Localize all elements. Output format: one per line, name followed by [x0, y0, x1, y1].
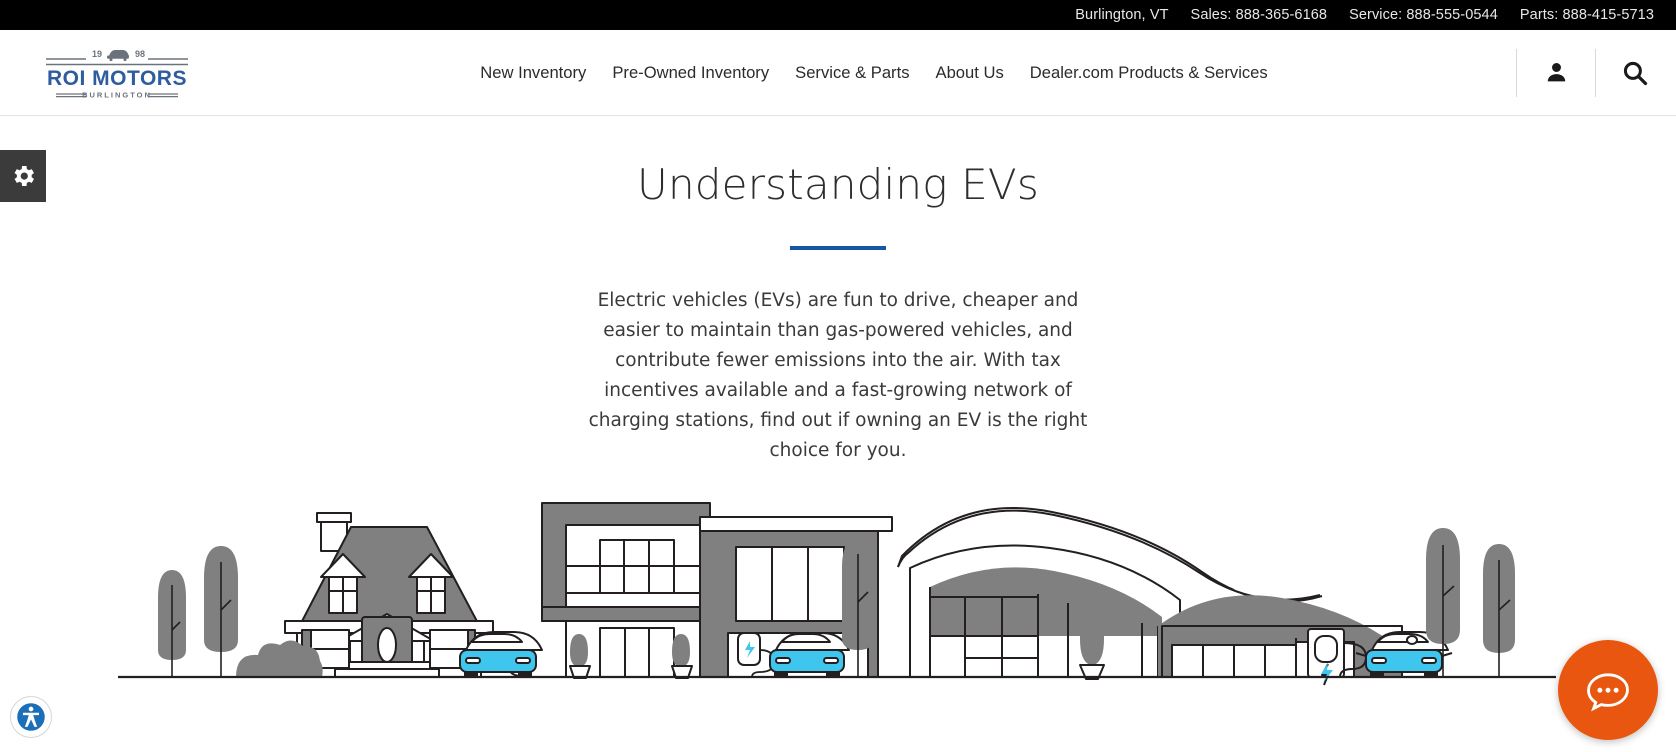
search-button[interactable]	[1618, 56, 1652, 90]
header-divider-2	[1595, 48, 1596, 97]
header-divider-1	[1516, 48, 1517, 97]
accessibility-icon	[17, 703, 45, 731]
dealer-location: Burlington, VT	[1075, 7, 1169, 23]
page-root: Burlington, VT Sales: 888-365-6168 Servi…	[0, 0, 1676, 752]
person-icon	[1547, 63, 1565, 82]
tree-left-2	[204, 546, 238, 677]
ev-neighborhood-illustration	[0, 490, 1676, 700]
svg-text:19: 19	[92, 49, 102, 59]
main-content: Understanding EVs Electric vehicles (EVs…	[0, 116, 1676, 466]
chat-widget-button[interactable]	[1558, 640, 1658, 740]
svg-text:ROI MOTORS: ROI MOTORS	[47, 67, 187, 90]
nav-new-inventory[interactable]: New Inventory	[480, 63, 586, 83]
primary-navigation: New Inventory Pre-Owned Inventory Servic…	[0, 30, 1676, 115]
parts-phone-link[interactable]: Parts: 888-415-5713	[1520, 7, 1654, 23]
page-title: Understanding EVs	[637, 160, 1039, 209]
roi-motors-logo: 19 98 ROI MOTORS BURLINGTON	[46, 49, 188, 99]
svg-text:98: 98	[135, 49, 145, 59]
service-phone-link[interactable]: Service: 888-555-0544	[1349, 7, 1498, 23]
utility-topbar: Burlington, VT Sales: 888-365-6168 Servi…	[0, 0, 1676, 30]
house-building	[236, 512, 494, 678]
nav-about-us[interactable]: About Us	[936, 63, 1004, 83]
nav-service-parts[interactable]: Service & Parts	[795, 63, 909, 83]
accessibility-widget-button[interactable]	[10, 696, 52, 738]
chat-bubble-icon	[1587, 673, 1629, 712]
svg-text:BURLINGTON: BURLINGTON	[82, 90, 152, 99]
tree-left-1	[158, 570, 186, 677]
nav-dealercom-products-services[interactable]: Dealer.com Products & Services	[1030, 63, 1268, 83]
intro-paragraph: Electric vehicles (EVs) are fun to drive…	[588, 290, 1088, 462]
tree-right-2	[1483, 544, 1515, 677]
nav-pre-owned-inventory[interactable]: Pre-Owned Inventory	[612, 63, 769, 83]
site-logo[interactable]: 19 98 ROI MOTORS BURLINGTON	[0, 44, 192, 102]
title-underline-rule	[790, 246, 886, 251]
search-icon	[1623, 61, 1648, 85]
account-button[interactable]	[1539, 56, 1573, 90]
gear-icon	[14, 165, 34, 187]
header-icon-group	[1494, 30, 1652, 115]
settings-tab-button[interactable]	[0, 150, 46, 202]
modern-building	[541, 502, 721, 679]
sales-phone-link[interactable]: Sales: 888-365-6168	[1191, 7, 1328, 23]
site-header: 19 98 ROI MOTORS BURLINGTON New Inventor…	[0, 30, 1676, 116]
car-icon	[107, 49, 129, 61]
illustration-svg	[118, 502, 1556, 686]
